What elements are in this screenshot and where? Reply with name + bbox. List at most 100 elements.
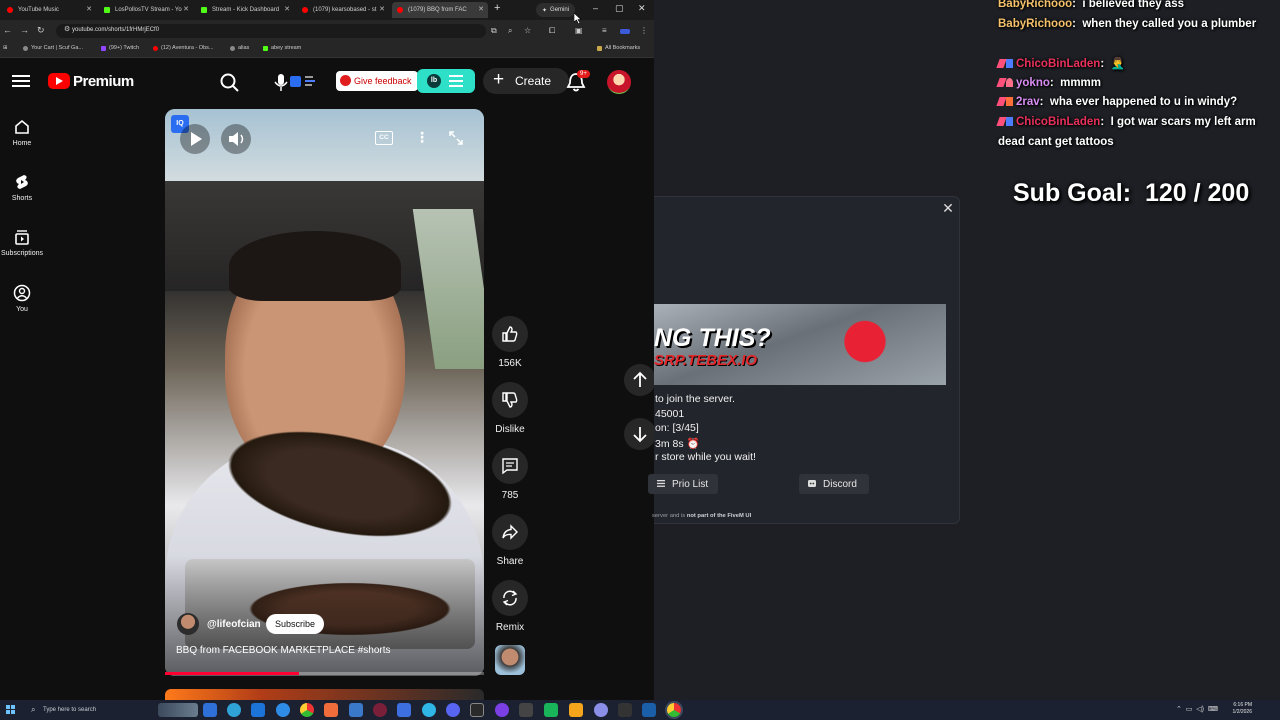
close-icon[interactable]: ✕ [478,5,484,13]
queue-banner[interactable]: NG THIS? SRP.TEBEX.IO [654,304,946,385]
video-progress-bar[interactable] [165,672,484,675]
minimize-icon[interactable]: – [593,3,598,13]
steam-icon[interactable] [642,703,656,717]
more-options-icon[interactable]: ⋮ [415,129,429,146]
windows-start-icon[interactable] [6,705,16,715]
gemini-button[interactable]: ✦ Gemini [536,3,576,17]
expand-button[interactable] [448,130,464,146]
footer-bold-text: not part of the FiveM UI [686,513,752,519]
tab-lospollos[interactable]: LosPollosTV Stream - Yo ✕ [99,2,193,18]
sound-thumbnail[interactable] [495,645,525,675]
app-icon[interactable] [470,703,484,717]
tab-kearsobased[interactable]: (1079) kearsobased - st ✕ [297,2,389,18]
zoom-icon[interactable]: ⌕ [508,26,512,36]
close-icon[interactable]: ✕ [379,5,385,13]
comments-button[interactable]: 785 [492,448,528,501]
sidebar-item-you[interactable]: You [0,284,44,313]
close-icon[interactable]: ✕ [86,5,92,13]
url-field[interactable]: youtube.com/shorts/1frHMrjECf0 [56,24,486,38]
footer-text: server and is [652,513,686,519]
menu-icon[interactable] [12,72,30,90]
taskbar-clock[interactable]: 6:16 PM 1/2/2026 [1226,702,1252,716]
app-icon[interactable] [422,703,436,717]
dislike-button[interactable]: Dislike [492,382,528,435]
taskbar-search[interactable]: ⌕ Type here to search [28,703,160,717]
system-tray[interactable]: ⌃ ▭ ◁) ⌨ [1176,705,1218,713]
profile-icon[interactable] [620,29,630,34]
captions-button[interactable]: CC [375,131,393,145]
sidebar-item-subscriptions[interactable]: Subscriptions [0,228,44,257]
new-tab-button[interactable]: + [494,2,500,14]
shorts-video-player[interactable] [165,109,484,676]
app-icon[interactable] [495,703,509,717]
play-button[interactable] [180,124,210,154]
back-icon[interactable]: ← [3,25,12,35]
remix-button[interactable]: Remix [492,580,528,633]
discord-icon[interactable] [446,703,460,717]
search-button[interactable] [212,69,248,95]
tab-kick-dashboard[interactable]: Stream - Kick Dashboard ✕ [196,2,294,18]
store-icon[interactable] [251,703,265,717]
create-button[interactable]: + Create [483,68,569,94]
channel-avatar[interactable] [177,613,199,635]
more-icon[interactable]: ⋮ [640,26,648,35]
video-title[interactable]: BBQ from FACEBOOK MARKETPLACE #shorts [176,645,391,656]
bookmark-scuf[interactable]: Your Cart | Scuf Ga... [23,45,83,51]
bookmark-aventura[interactable]: (12) Aventura - Obs... [153,45,213,51]
previous-short-button[interactable] [624,364,654,396]
app-icon[interactable] [397,703,411,717]
close-icon[interactable]: ✕ [284,5,290,13]
subscribe-button[interactable]: Subscribe [266,614,324,634]
prio-list-button[interactable]: Prio List [648,474,718,494]
taskview-icon[interactable] [203,703,217,717]
apps-icon[interactable]: ⊞ [3,45,8,51]
discord-button[interactable]: Discord [799,474,869,494]
discord-label: Discord [823,478,857,490]
app-icon[interactable] [594,703,608,717]
channel-name[interactable]: @lifeofcian [207,619,261,630]
bookmark-twitch[interactable]: (99+) Twitch [101,45,139,51]
tab-youtube-music[interactable]: YouTube Music ✕ [2,2,96,18]
close-icon[interactable]: ✕ [942,201,954,215]
app-icon[interactable] [373,703,387,717]
give-feedback-button[interactable]: Give feedback [336,71,418,91]
youtube-wordmark[interactable]: Premium [73,73,134,90]
forward-icon[interactable]: → [20,25,29,35]
chat-username: BabyRichooo [998,18,1073,30]
account-avatar[interactable] [607,70,631,94]
media-icon[interactable]: ≡ [602,26,607,35]
app-icon[interactable] [276,703,290,717]
maximize-icon[interactable]: ▢ [615,3,624,14]
app-icon[interactable] [349,703,363,717]
extensions-icon[interactable]: ⧠ [549,26,555,36]
app-icon[interactable] [324,703,338,717]
voice-search-button[interactable] [272,70,322,94]
like-button[interactable]: 156K [492,316,528,369]
bookmark-abey[interactable]: abey stream [263,45,301,51]
all-bookmarks[interactable]: All Bookmarks [597,45,640,51]
app-icon[interactable] [544,703,558,717]
app-icon[interactable] [569,703,583,717]
next-short-button[interactable] [624,418,654,450]
site-info-icon[interactable]: ⚙ [64,25,70,33]
window-close-icon[interactable]: ✕ [638,3,646,14]
sidepanel-icon[interactable]: ▣ [575,26,583,35]
bookmark-star-icon[interactable]: ☆ [524,26,531,35]
reload-icon[interactable]: ↻ [37,25,45,36]
sidebar-item-shorts[interactable]: Shorts [0,173,44,202]
edge-icon[interactable] [227,703,241,717]
app-icon[interactable] [618,703,632,717]
bookmark-alias[interactable]: alias [230,45,249,51]
tab-bbq-active[interactable]: (1079) BBQ from FAC ✕ [392,2,488,18]
chrome-icon[interactable] [300,703,314,717]
youtube-logo-icon[interactable] [48,73,70,89]
share-button[interactable]: Share [492,514,528,567]
install-app-icon[interactable]: ⧉ [491,26,497,36]
app-icon[interactable] [519,703,533,717]
close-icon[interactable]: ✕ [183,5,189,13]
chrome-active-icon[interactable] [667,703,681,717]
sidebar-item-home[interactable]: Home [0,118,44,147]
volume-button[interactable] [221,124,251,154]
extension-button[interactable]: lb [417,69,475,93]
weather-widget-icon[interactable] [158,703,198,717]
